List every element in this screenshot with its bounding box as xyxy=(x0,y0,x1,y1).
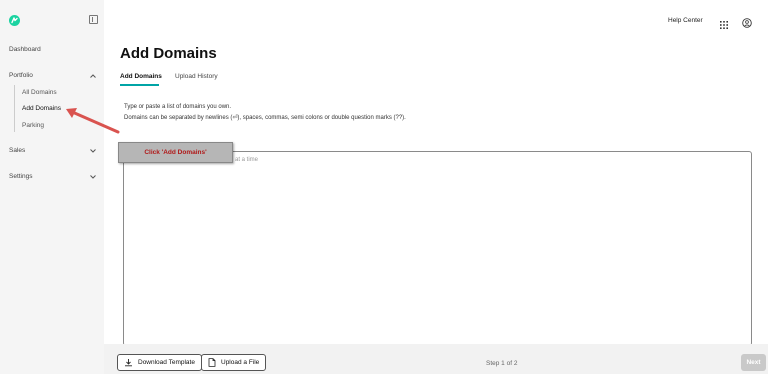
download-template-label: Download Template xyxy=(138,359,195,366)
brand-logo-icon[interactable] xyxy=(9,15,20,26)
active-tab-indicator xyxy=(120,84,159,86)
sidebar-item-settings[interactable]: Settings xyxy=(9,173,33,180)
upload-file-label: Upload a File xyxy=(221,359,260,366)
grid-apps-icon[interactable] xyxy=(720,16,728,29)
chevron-down-icon[interactable] xyxy=(89,147,97,155)
sidebar-item-parking[interactable]: Parking xyxy=(22,122,44,129)
tab-upload-history[interactable]: Upload History xyxy=(175,73,218,80)
chevron-down-icon[interactable] xyxy=(89,173,97,181)
sidebar-item-all-domains[interactable]: All Domains xyxy=(22,89,57,96)
upload-file-button[interactable]: Upload a File xyxy=(201,354,267,371)
sidebar-item-sales[interactable]: Sales xyxy=(9,147,25,154)
textarea-placeholder: at a time xyxy=(235,157,259,163)
file-icon xyxy=(208,358,216,367)
next-button[interactable]: Next xyxy=(741,354,766,371)
step-indicator: Step 1 of 2 xyxy=(486,360,518,367)
instructions-line-1: Type or paste a list of domains you own. xyxy=(124,104,232,110)
domains-textarea[interactable] xyxy=(123,151,752,346)
sidebar: Dashboard Portfolio All Domains Add Doma… xyxy=(0,0,104,374)
instructions-line-2: Domains can be separated by newlines (⏎)… xyxy=(124,115,406,121)
download-template-button[interactable]: Download Template xyxy=(117,354,202,371)
submenu-divider xyxy=(14,85,15,132)
sidebar-item-add-domains[interactable]: Add Domains xyxy=(22,105,61,112)
sidebar-item-dashboard[interactable]: Dashboard xyxy=(9,46,41,53)
sidebar-collapse-icon[interactable] xyxy=(89,15,98,24)
page-title: Add Domains xyxy=(120,45,217,62)
tab-add-domains[interactable]: Add Domains xyxy=(120,73,162,80)
help-center-link[interactable]: Help Center xyxy=(668,17,703,24)
download-icon xyxy=(124,358,133,367)
user-account-icon[interactable] xyxy=(742,15,752,28)
tutorial-callout: Click 'Add Domains' xyxy=(118,142,233,163)
chevron-up-icon[interactable] xyxy=(89,72,97,80)
sidebar-item-portfolio[interactable]: Portfolio xyxy=(9,72,33,79)
